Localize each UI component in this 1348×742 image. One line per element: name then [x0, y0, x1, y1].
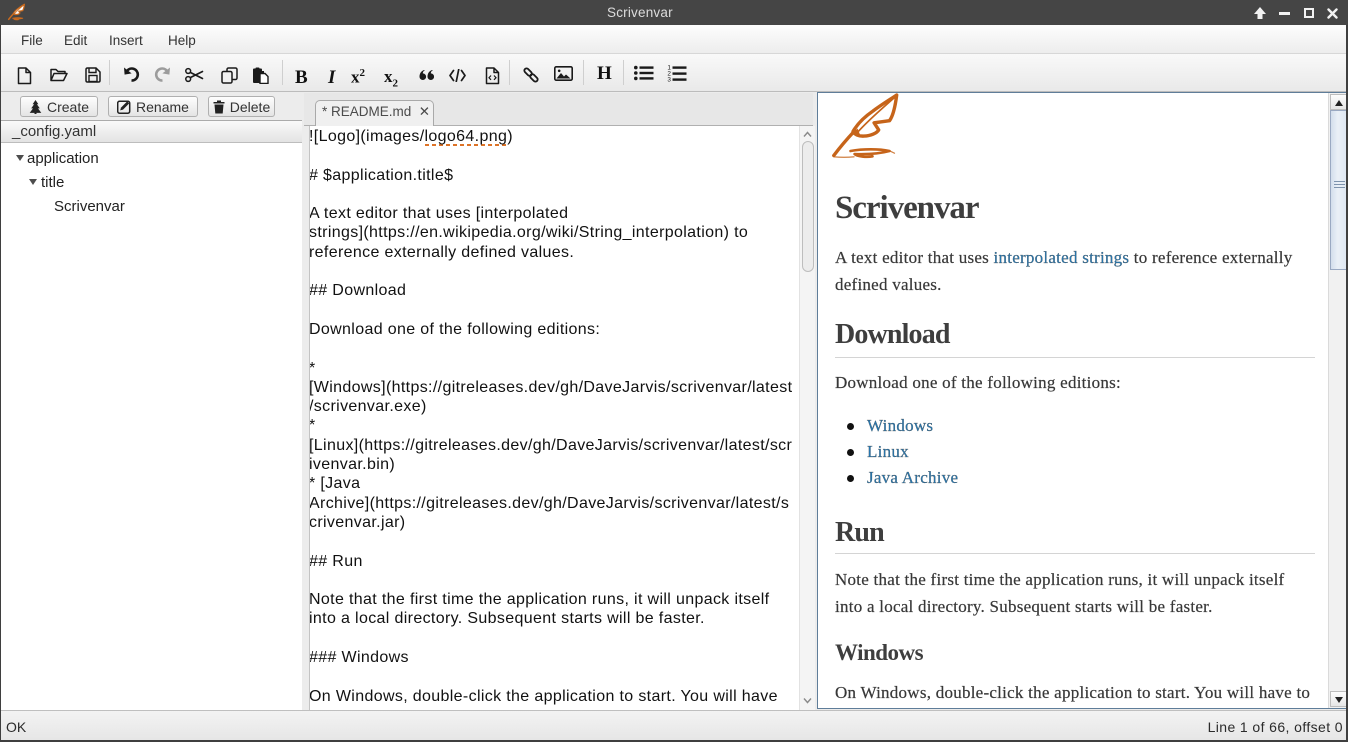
svg-text:3: 3: [667, 76, 671, 82]
